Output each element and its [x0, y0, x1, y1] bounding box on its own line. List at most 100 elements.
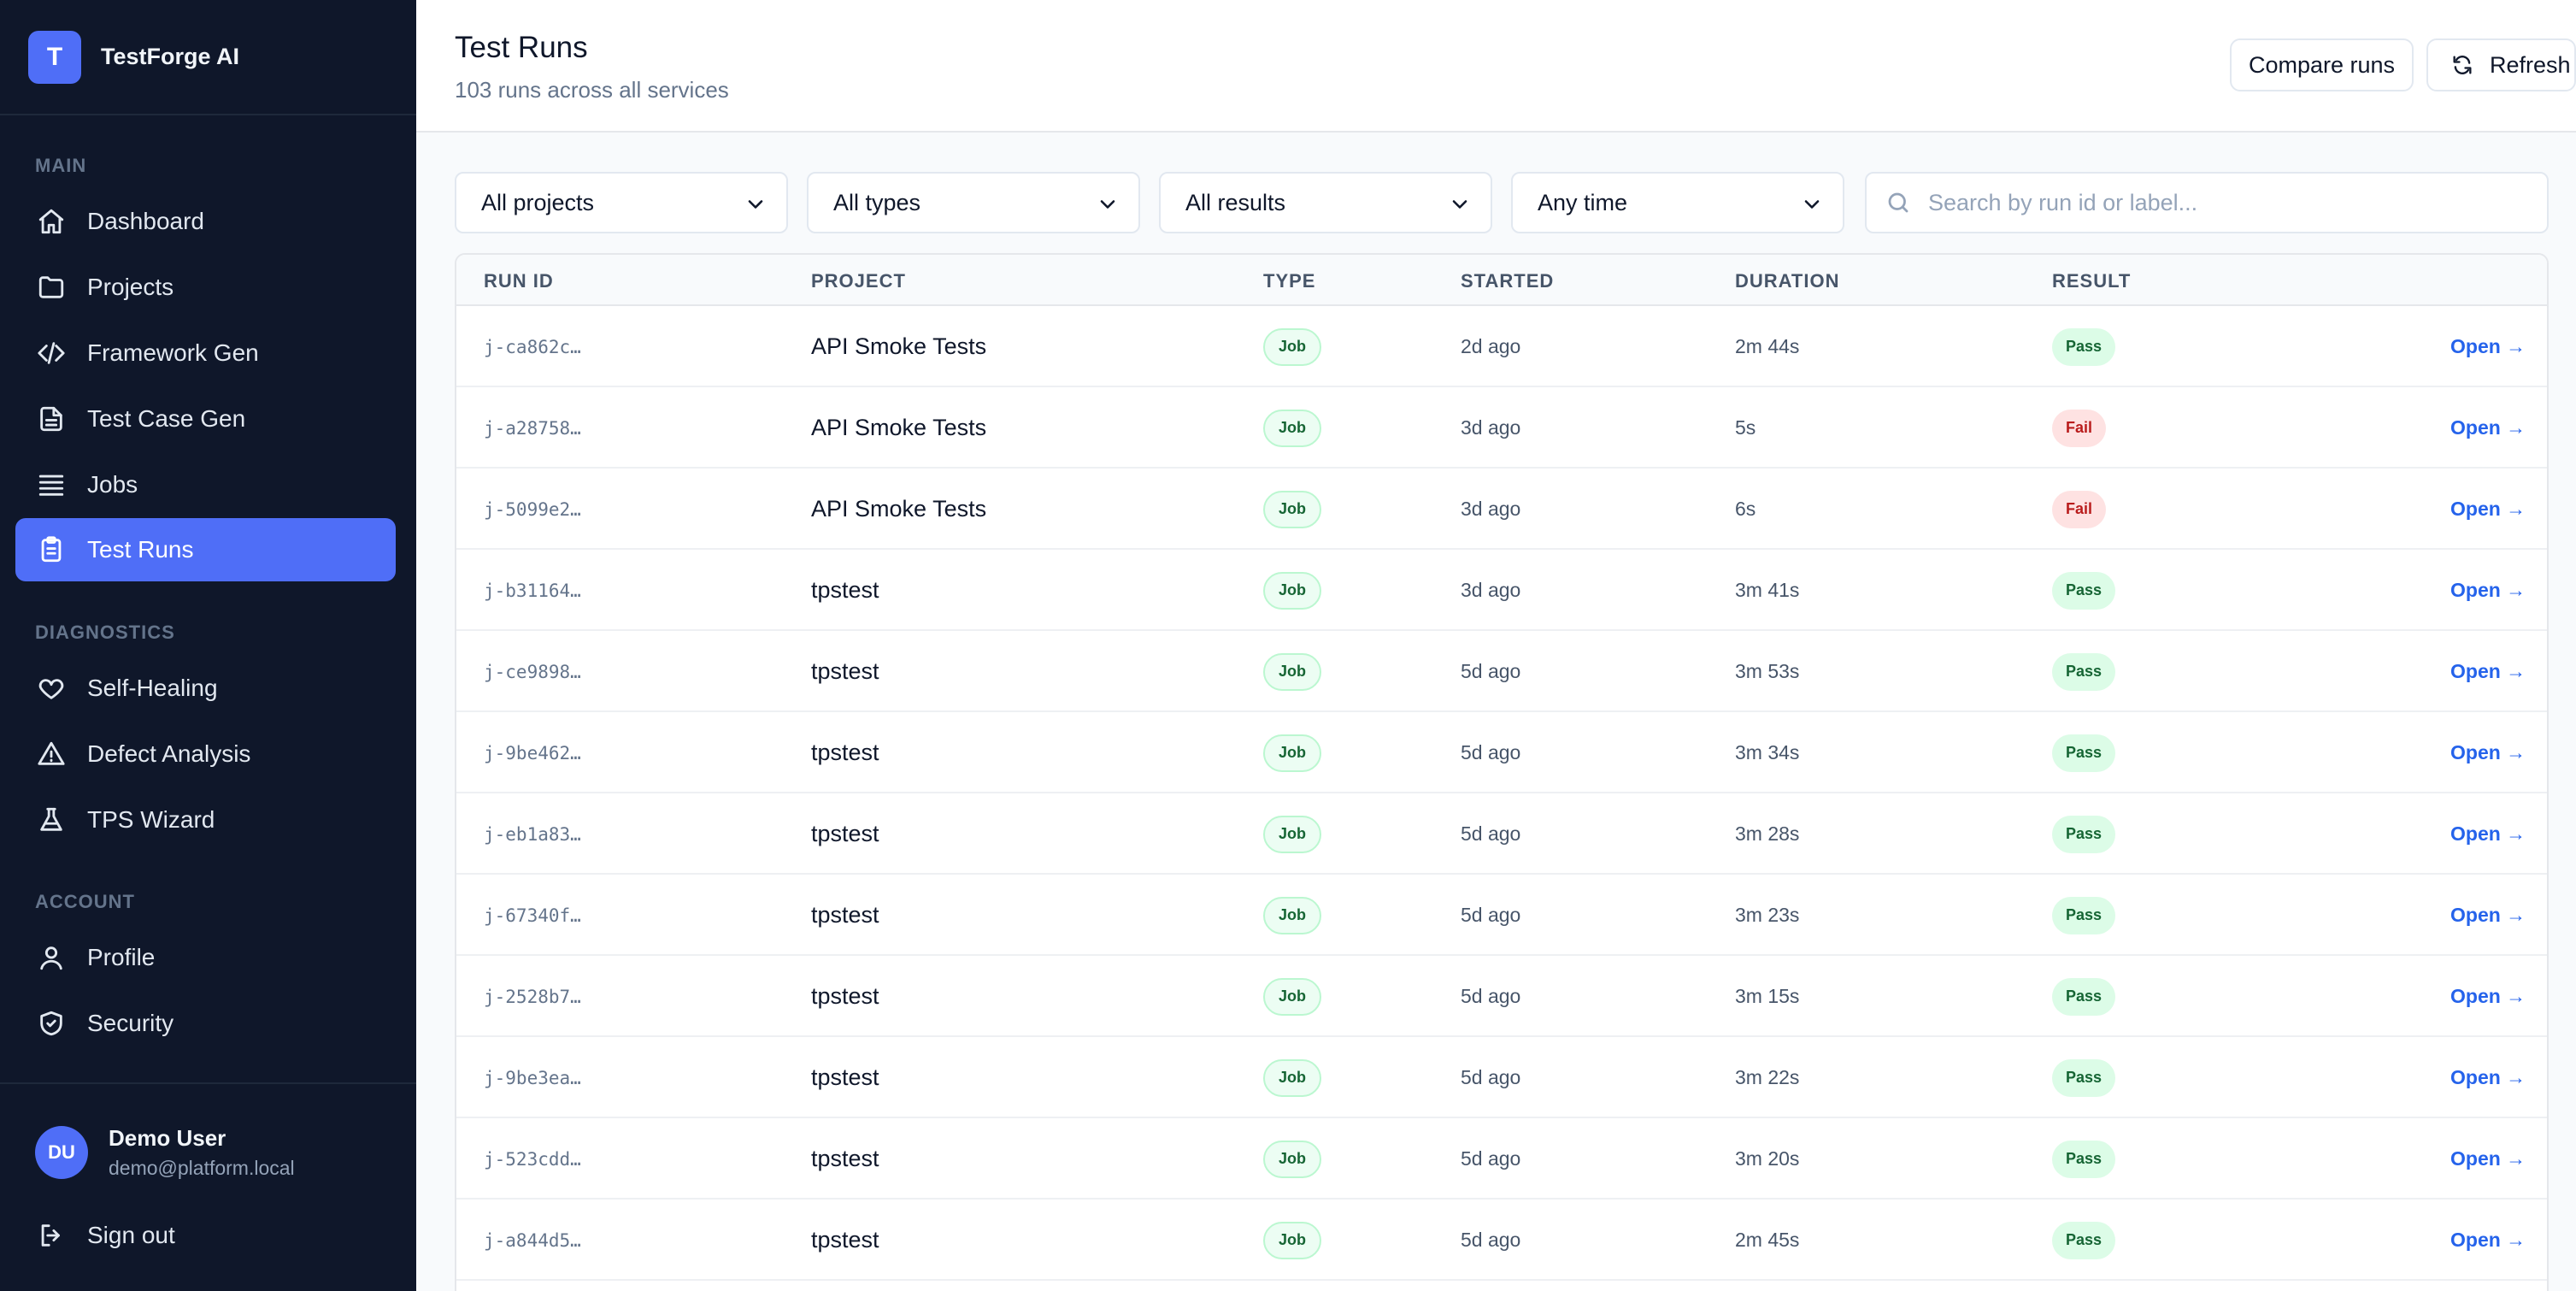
search-box[interactable]: [1865, 172, 2549, 233]
run-project: API Smoke Tests: [811, 496, 987, 522]
table-row[interactable]: j-a28758… API Smoke Tests Job 3d ago 5s Fail O…: [456, 387, 2547, 469]
run-project: tpstest: [811, 983, 879, 1009]
result-filter[interactable]: All results: [1159, 172, 1492, 233]
column-header-started[interactable]: STARTED: [1461, 270, 1554, 292]
shield-icon: [36, 1008, 67, 1039]
project-filter[interactable]: All projects: [455, 172, 788, 233]
sidebar-item-label: TPS Wizard: [87, 806, 215, 833]
user-email: demo@platform.local: [109, 1157, 295, 1179]
page-subtitle: 103 runs across all services: [455, 77, 729, 103]
open-run-link[interactable]: Open →: [2450, 793, 2526, 875]
result-cell: Pass: [2052, 956, 2116, 1037]
column-header-result[interactable]: RESULT: [2052, 270, 2131, 292]
user-icon: [36, 942, 67, 973]
table-row[interactable]: j-ca862c… API Smoke Tests Job 2d ago 2m 44s P…: [456, 306, 2547, 387]
sidebar-item-profile[interactable]: Profile: [15, 926, 396, 989]
column-header-type[interactable]: TYPE: [1263, 270, 1315, 292]
type-filter[interactable]: All types: [807, 172, 1140, 233]
run-duration: 3m 20s: [1735, 1147, 1800, 1170]
type-cell: Job: [1263, 1200, 1322, 1281]
open-run-link[interactable]: Open →: [2450, 469, 2526, 550]
result-cell: Pass: [2052, 550, 2116, 631]
run-id: j-9be462…: [484, 742, 581, 763]
table-row[interactable]: j-67340f… tpstest Job 5d ago 3m 23s Pass Open …: [456, 875, 2547, 956]
column-header-run-id[interactable]: RUN ID: [484, 270, 554, 292]
column-header-duration[interactable]: DURATION: [1735, 270, 1839, 292]
type-badge: Job: [1263, 571, 1322, 610]
run-id: j-ce9898…: [484, 661, 581, 682]
warning-icon: [36, 739, 67, 769]
open-run-link[interactable]: Open →: [2450, 387, 2526, 469]
run-duration: 6s: [1735, 498, 1756, 520]
table-row[interactable]: j-9be3ea… tpstest Job 5d ago 3m 22s Pass Open …: [456, 1037, 2547, 1118]
user-card[interactable]: DU Demo User demo@platform.local: [35, 1125, 295, 1180]
clipboard-icon: [36, 534, 67, 565]
table-row[interactable]: j-a844d5… tpstest Job 5d ago 2m 45s Pass Open …: [456, 1200, 2547, 1281]
type-badge: Job: [1263, 1140, 1322, 1178]
result-cell: Pass: [2052, 1200, 2116, 1281]
run-started: 5d ago: [1461, 1229, 1521, 1251]
type-badge: Job: [1263, 1058, 1322, 1097]
result-badge: Pass: [2052, 327, 2116, 366]
sidebar-item-label: Test Runs: [87, 536, 194, 563]
run-duration: 3m 28s: [1735, 822, 1800, 845]
open-run-link[interactable]: Open →: [2450, 956, 2526, 1037]
run-duration: 2m 44s: [1735, 335, 1800, 357]
compare-runs-button[interactable]: Compare runs: [2230, 38, 2414, 91]
result-cell: Pass: [2052, 793, 2116, 875]
sidebar-item-test-case-gen[interactable]: Test Case Gen: [15, 387, 396, 451]
sidebar-item-tps-wizard[interactable]: TPS Wizard: [15, 788, 396, 852]
section-label-main: MAIN: [35, 155, 87, 176]
column-header-project[interactable]: PROJECT: [811, 270, 906, 292]
table-row[interactable]: j-523cdd… tpstest Job 5d ago 3m 20s Pass Open …: [456, 1118, 2547, 1200]
sidebar-item-framework-gen[interactable]: Framework Gen: [15, 321, 396, 385]
type-cell: Job: [1263, 550, 1322, 631]
run-id: j-a28758…: [484, 417, 581, 439]
chevron-down-icon: [1448, 192, 1472, 222]
sign-out-button[interactable]: Sign out: [15, 1204, 396, 1267]
sidebar-item-self-healing[interactable]: Self-Healing: [15, 657, 396, 720]
refresh-button[interactable]: Refresh: [2426, 38, 2576, 91]
type-badge: Job: [1263, 896, 1322, 934]
sidebar-item-security[interactable]: Security: [15, 992, 396, 1055]
sidebar-item-dashboard[interactable]: Dashboard: [15, 190, 396, 253]
result-badge: Fail: [2052, 409, 2107, 447]
search-input[interactable]: [1928, 189, 2526, 216]
result-badge: Pass: [2052, 1221, 2116, 1259]
result-badge: Pass: [2052, 1058, 2116, 1097]
type-filter-value: All types: [833, 189, 921, 215]
open-run-link[interactable]: Open →: [2450, 631, 2526, 712]
sidebar-item-defect-analysis[interactable]: Defect Analysis: [15, 722, 396, 786]
result-cell: Pass: [2052, 1118, 2116, 1200]
open-run-link[interactable]: Open →: [2450, 1037, 2526, 1118]
sidebar-item-projects[interactable]: Projects: [15, 256, 396, 319]
run-started: 3d ago: [1461, 498, 1521, 520]
run-id: j-9be3ea…: [484, 1067, 581, 1088]
type-cell: Job: [1263, 469, 1322, 550]
sidebar-item-jobs[interactable]: Jobs: [15, 453, 396, 516]
time-filter[interactable]: Any time: [1511, 172, 1844, 233]
table-row[interactable]: j-b31164… tpstest Job 3d ago 3m 41s Pass Open …: [456, 550, 2547, 631]
sign-out-icon: [36, 1220, 67, 1251]
type-badge: Job: [1263, 409, 1322, 447]
flask-icon: [36, 805, 67, 835]
type-cell: Job: [1263, 387, 1322, 469]
open-run-link[interactable]: Open →: [2450, 550, 2526, 631]
open-run-link[interactable]: Open →: [2450, 306, 2526, 387]
run-duration: 5s: [1735, 416, 1756, 439]
sidebar-item-test-runs[interactable]: Test Runs: [15, 518, 396, 581]
table-row[interactable]: j-2528b7… tpstest Job 5d ago 3m 15s Pass Open …: [456, 956, 2547, 1037]
run-id: j-67340f…: [484, 905, 581, 926]
table-row[interactable]: j-eb1a83… tpstest Job 5d ago 3m 28s Pass Open …: [456, 793, 2547, 875]
run-project: tpstest: [811, 1064, 879, 1090]
brand[interactable]: T TestForge AI: [0, 0, 416, 115]
open-run-link[interactable]: Open →: [2450, 1200, 2526, 1281]
table-row[interactable]: j-9be462… tpstest Job 5d ago 3m 34s Pass Open …: [456, 712, 2547, 793]
open-run-link[interactable]: Open →: [2450, 1118, 2526, 1200]
open-run-link[interactable]: Open →: [2450, 712, 2526, 793]
table-row[interactable]: j-ce9898… tpstest Job 5d ago 3m 53s Pass Open …: [456, 631, 2547, 712]
run-started: 5d ago: [1461, 1147, 1521, 1170]
open-run-link[interactable]: Open →: [2450, 875, 2526, 956]
result-badge: Pass: [2052, 815, 2116, 853]
table-row[interactable]: j-5099e2… API Smoke Tests Job 3d ago 6s Fail O…: [456, 469, 2547, 550]
